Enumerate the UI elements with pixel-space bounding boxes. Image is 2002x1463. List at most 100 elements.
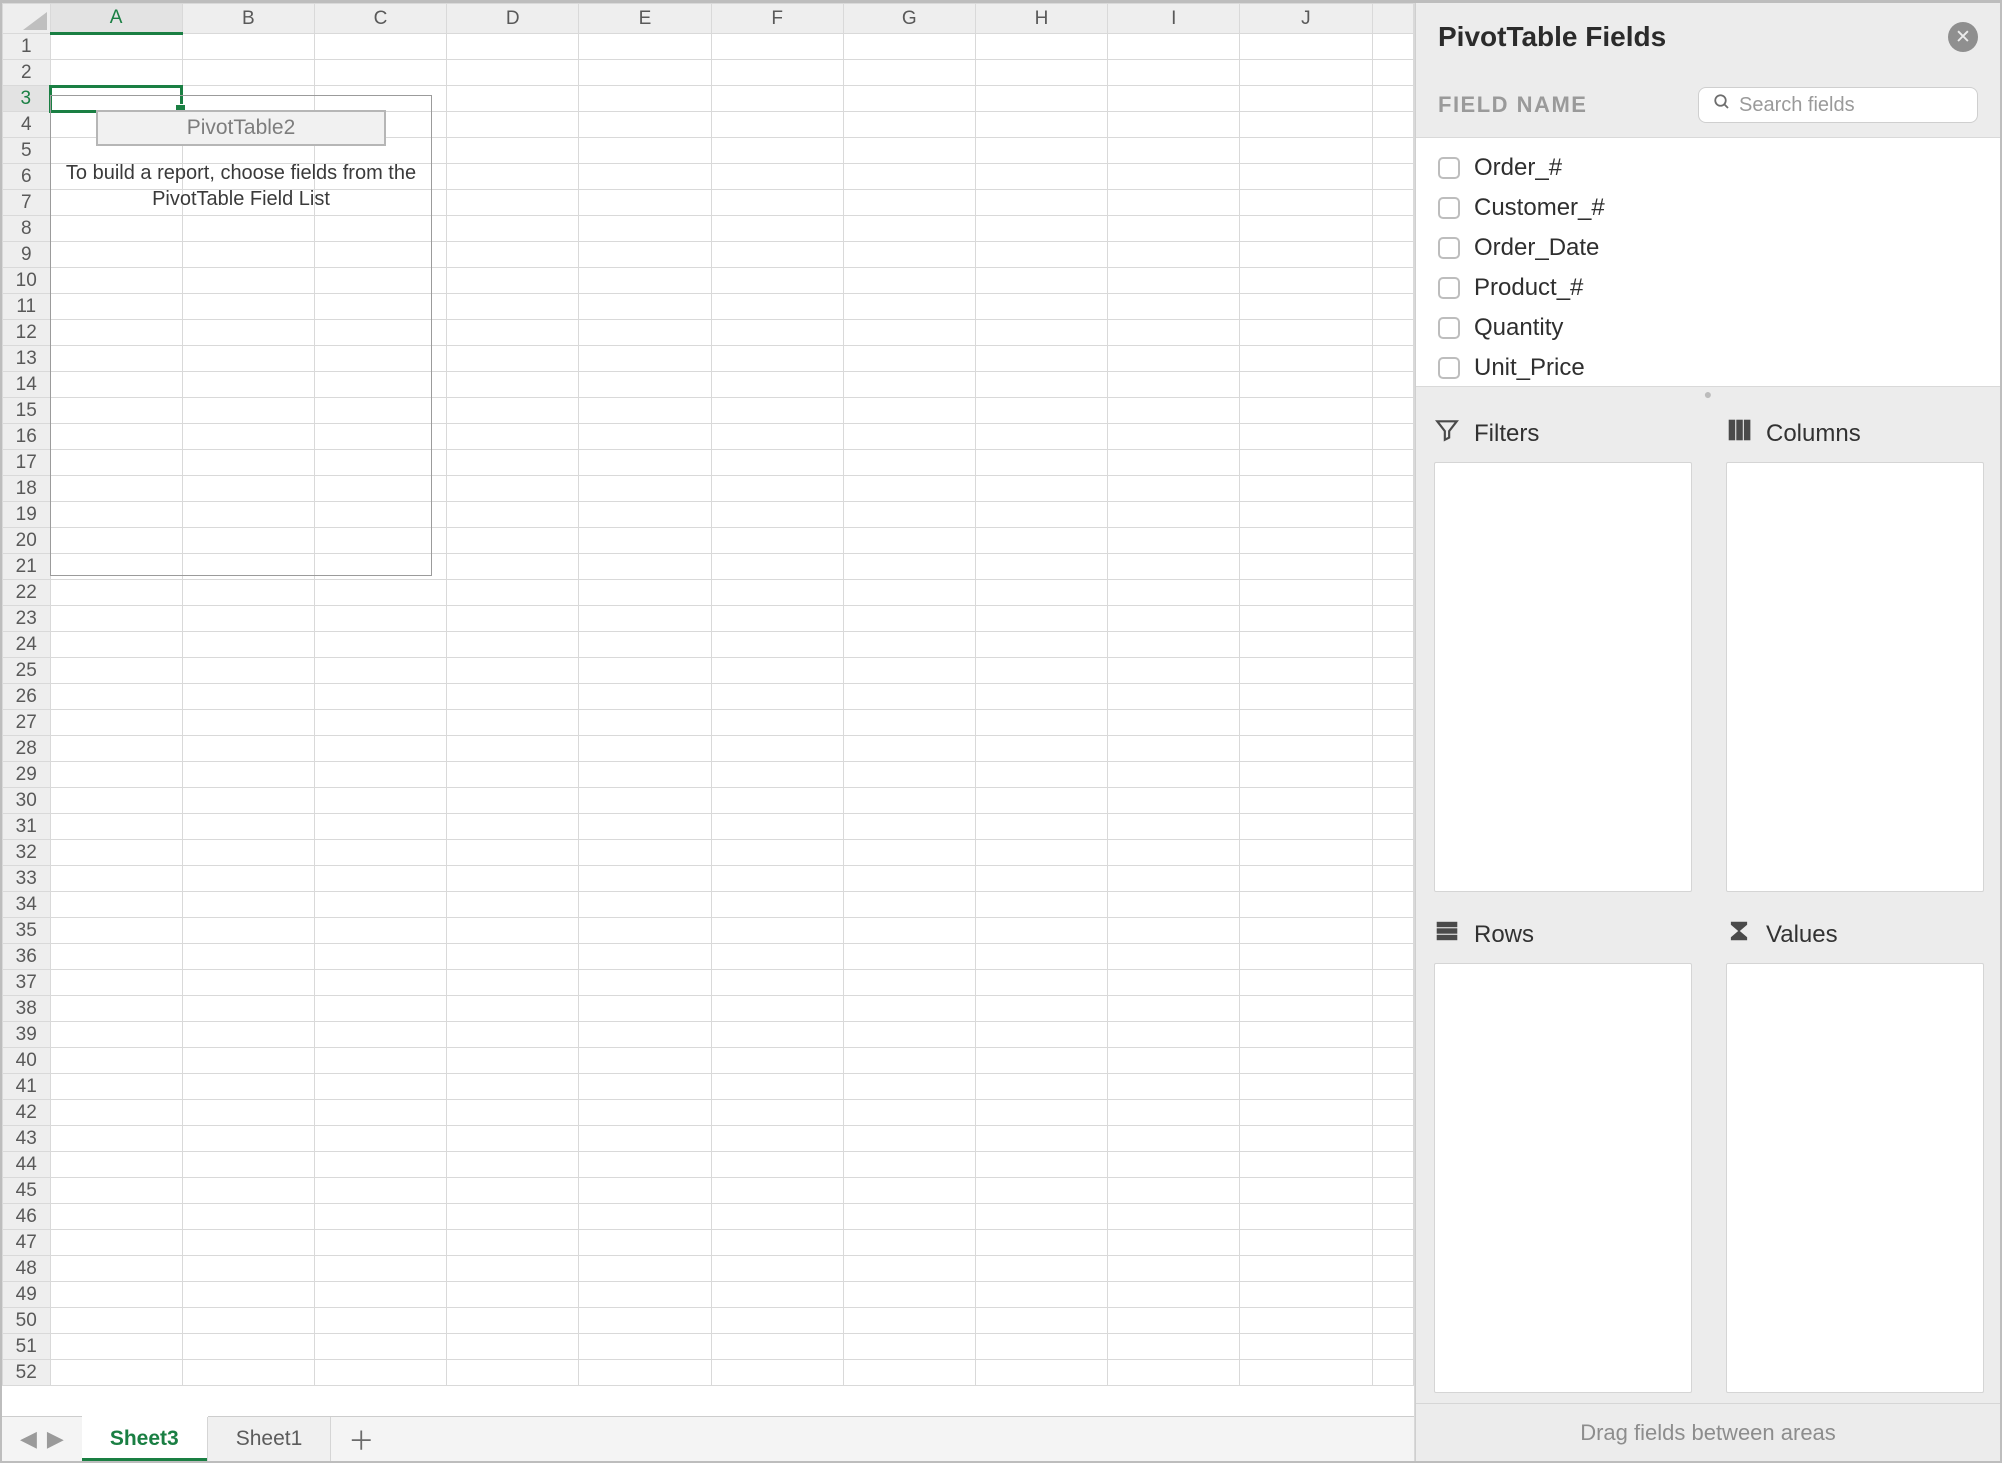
row-header[interactable]: 11 (3, 294, 51, 320)
cell[interactable] (314, 918, 446, 944)
cell[interactable] (182, 970, 314, 996)
row-header[interactable]: 4 (3, 112, 51, 138)
cell[interactable] (579, 346, 711, 372)
cell[interactable] (1372, 944, 1413, 970)
row-header[interactable]: 31 (3, 814, 51, 840)
cell[interactable] (843, 502, 975, 528)
cell[interactable] (843, 1256, 975, 1282)
cell[interactable] (447, 788, 579, 814)
cell[interactable] (843, 1100, 975, 1126)
cell[interactable] (1108, 164, 1240, 190)
field-checkbox[interactable] (1438, 157, 1460, 179)
field-checkbox[interactable] (1438, 197, 1460, 219)
cell[interactable] (843, 1022, 975, 1048)
cell[interactable] (1240, 1022, 1372, 1048)
cell[interactable] (182, 606, 314, 632)
cell[interactable] (1240, 710, 1372, 736)
cell[interactable] (711, 528, 843, 554)
cell[interactable] (1108, 840, 1240, 866)
cell[interactable] (50, 1152, 182, 1178)
cell[interactable] (447, 1152, 579, 1178)
cell[interactable] (711, 476, 843, 502)
cell[interactable] (1108, 424, 1240, 450)
cell[interactable] (1108, 1204, 1240, 1230)
cell[interactable] (50, 1074, 182, 1100)
cell[interactable] (843, 710, 975, 736)
cell[interactable] (579, 1074, 711, 1100)
cell[interactable] (843, 788, 975, 814)
cell[interactable] (50, 944, 182, 970)
cell[interactable] (50, 1100, 182, 1126)
cell[interactable] (579, 554, 711, 580)
cell[interactable] (314, 606, 446, 632)
cell[interactable] (1108, 684, 1240, 710)
field-item[interactable]: Customer_# (1438, 188, 1978, 228)
cell[interactable] (711, 372, 843, 398)
row-header[interactable]: 5 (3, 138, 51, 164)
cell[interactable] (843, 658, 975, 684)
cell[interactable] (182, 1334, 314, 1360)
cell[interactable] (447, 294, 579, 320)
cell[interactable] (447, 1204, 579, 1230)
row-header[interactable]: 18 (3, 476, 51, 502)
cell[interactable] (1108, 606, 1240, 632)
cell[interactable] (579, 242, 711, 268)
cell[interactable] (50, 996, 182, 1022)
cell[interactable] (1240, 944, 1372, 970)
cell[interactable] (579, 398, 711, 424)
cell[interactable] (1108, 86, 1240, 112)
cell[interactable] (182, 840, 314, 866)
cell[interactable] (1240, 242, 1372, 268)
close-icon[interactable]: ✕ (1948, 22, 1978, 52)
cell[interactable] (975, 320, 1107, 346)
cell[interactable] (1240, 1074, 1372, 1100)
cell[interactable] (50, 34, 182, 60)
cell[interactable] (1108, 814, 1240, 840)
cell[interactable] (314, 34, 446, 60)
cell[interactable] (1108, 34, 1240, 60)
cell[interactable] (711, 502, 843, 528)
cell[interactable] (182, 1022, 314, 1048)
cell[interactable] (314, 1282, 446, 1308)
cell[interactable] (579, 684, 711, 710)
row-header[interactable]: 49 (3, 1282, 51, 1308)
cell[interactable] (1372, 788, 1413, 814)
cell[interactable] (579, 372, 711, 398)
cell[interactable] (975, 996, 1107, 1022)
cell[interactable] (843, 606, 975, 632)
column-header[interactable]: D (447, 4, 579, 34)
cell[interactable] (975, 294, 1107, 320)
column-header[interactable]: I (1108, 4, 1240, 34)
cell[interactable] (314, 60, 446, 86)
cell[interactable] (711, 138, 843, 164)
cell[interactable] (314, 970, 446, 996)
cell[interactable] (843, 424, 975, 450)
cell[interactable] (447, 320, 579, 346)
cell[interactable] (975, 1074, 1107, 1100)
cell[interactable] (182, 1074, 314, 1100)
cell[interactable] (1108, 242, 1240, 268)
cell[interactable] (579, 502, 711, 528)
cell[interactable] (843, 60, 975, 86)
cell[interactable] (447, 242, 579, 268)
cell[interactable] (975, 814, 1107, 840)
row-header[interactable]: 35 (3, 918, 51, 944)
cell[interactable] (182, 1204, 314, 1230)
tab-prev-icon[interactable]: ◀ (20, 1426, 37, 1452)
cell[interactable] (314, 580, 446, 606)
cell[interactable] (711, 554, 843, 580)
cell[interactable] (711, 320, 843, 346)
cell[interactable] (447, 1022, 579, 1048)
cell[interactable] (975, 840, 1107, 866)
cell[interactable] (579, 1126, 711, 1152)
cell[interactable] (1240, 970, 1372, 996)
row-header[interactable]: 17 (3, 450, 51, 476)
cell[interactable] (579, 580, 711, 606)
cell[interactable] (579, 1048, 711, 1074)
cell[interactable] (1372, 476, 1413, 502)
cell[interactable] (843, 268, 975, 294)
cell[interactable] (447, 632, 579, 658)
row-header[interactable]: 19 (3, 502, 51, 528)
cell[interactable] (1108, 944, 1240, 970)
cell[interactable] (314, 1074, 446, 1100)
